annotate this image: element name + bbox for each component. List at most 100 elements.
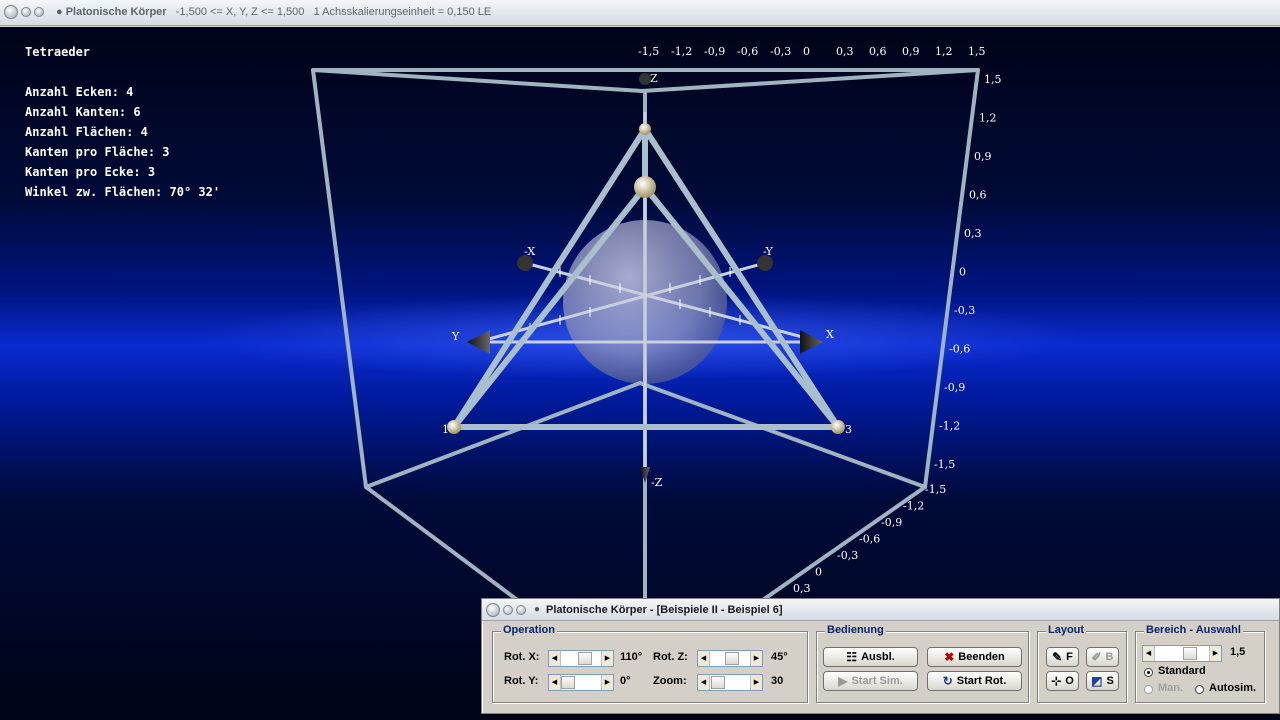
right-axis-tick-label: 0,6 bbox=[969, 189, 987, 202]
right-axis-tick-label: -0,9 bbox=[944, 381, 965, 394]
window-title-text: Platonische Körper bbox=[65, 6, 167, 18]
man-radio[interactable] bbox=[1144, 685, 1153, 694]
start-rot-button[interactable]: ↻ Start Rot. bbox=[927, 671, 1022, 691]
main-title-bar[interactable]: ● Platonische Körper -1,500 <= X, Y, Z <… bbox=[0, 0, 1280, 26]
brush-icon: ✎ bbox=[1052, 650, 1063, 664]
rot-z-slider[interactable]: ◀ ▶ bbox=[697, 650, 763, 667]
top-axis-ticks: -1,5 -1,2 -0,9 -0,6 -0,3 0 0,3 0,6 0,9 1,2 1,5 bbox=[638, 45, 986, 58]
start-sim-button[interactable]: ▶ Start Sim. bbox=[823, 671, 918, 691]
info-corners: Anzahl Ecken: 4 bbox=[25, 85, 134, 99]
autosim-radio[interactable] bbox=[1195, 685, 1204, 694]
operation-title: Operation bbox=[501, 624, 557, 636]
rot-z-label: Rot. Z: bbox=[653, 651, 688, 663]
top-axis-tick-label: 0 bbox=[803, 45, 810, 58]
autosim-label: Autosim. bbox=[1209, 682, 1257, 694]
layout-b-label: B bbox=[1105, 651, 1114, 663]
bereich-increase-icon[interactable]: ▶ bbox=[1209, 646, 1221, 661]
panel-window-controls bbox=[486, 603, 526, 617]
bottom-axis-ticks: -1,5-1,2-0,9-0,6-0,3 0 0,3 bbox=[793, 483, 946, 595]
top-axis-tick-label: -0,6 bbox=[737, 45, 758, 58]
window-title: ● Platonische Körper -1,500 <= X, Y, Z <… bbox=[56, 6, 491, 18]
zoom-label: Zoom: bbox=[653, 675, 687, 687]
start-sim-label: Start Sim. bbox=[851, 675, 903, 687]
standard-radio[interactable] bbox=[1144, 668, 1153, 677]
unit-text: 1 Achsskalierungseinheit = 0,150 LE bbox=[313, 6, 492, 18]
axis-label-neg-y: -Y bbox=[763, 245, 774, 258]
layout-s-button[interactable]: ◩ S bbox=[1086, 671, 1119, 691]
top-axis-tick-label: 0,9 bbox=[902, 45, 920, 58]
top-axis-tick-label: 1,5 bbox=[968, 45, 986, 58]
right-axis-tick-label: 0,3 bbox=[964, 227, 982, 240]
info-edges: Anzahl Kanten: 6 bbox=[25, 105, 141, 119]
zoom-value: 30 bbox=[771, 675, 784, 687]
right-axis-tick-label: 1,2 bbox=[979, 112, 997, 125]
layout-f-button[interactable]: ✎ F bbox=[1046, 647, 1079, 667]
layout-title: Layout bbox=[1046, 624, 1087, 636]
rot-x-value: 110° bbox=[620, 651, 643, 663]
top-axis-tick-label: -1,2 bbox=[671, 45, 692, 58]
rot-y-decrease-icon[interactable]: ◀ bbox=[549, 675, 561, 690]
rot-x-decrease-icon[interactable]: ◀ bbox=[549, 651, 561, 666]
close-icon: ✖ bbox=[944, 650, 955, 664]
panel-close-button[interactable] bbox=[486, 603, 500, 617]
zoom-slider[interactable]: ◀ ▶ bbox=[697, 674, 763, 691]
rot-x-label: Rot. X: bbox=[504, 651, 540, 663]
panel-minimize-button[interactable] bbox=[503, 605, 513, 615]
maximize-window-button[interactable] bbox=[34, 7, 44, 17]
ausbl-label: Ausbl. bbox=[861, 651, 895, 663]
rot-y-label: Rot. Y: bbox=[504, 675, 539, 687]
panel-maximize-button[interactable] bbox=[516, 605, 526, 615]
bereich-thumb[interactable] bbox=[1183, 647, 1197, 660]
app-icon: ● bbox=[56, 6, 63, 18]
rot-y-slider[interactable]: ◀ ▶ bbox=[548, 674, 614, 691]
axis-label-neg-z: -Z bbox=[651, 476, 663, 489]
right-axis-tick-label: 0,9 bbox=[974, 150, 992, 163]
hide-icon: ☷ bbox=[846, 650, 858, 664]
rot-y-thumb[interactable] bbox=[561, 676, 575, 689]
rot-x-increase-icon[interactable]: ▶ bbox=[601, 651, 613, 666]
rot-y-increase-icon[interactable]: ▶ bbox=[601, 675, 613, 690]
right-axis-tick-label: 0 bbox=[959, 266, 966, 279]
rot-z-decrease-icon[interactable]: ◀ bbox=[698, 651, 710, 666]
man-label: Man. bbox=[1158, 682, 1184, 694]
close-window-button[interactable] bbox=[4, 5, 18, 19]
rot-x-thumb[interactable] bbox=[578, 652, 592, 665]
bottom-axis-tick-label: -1,5 bbox=[925, 483, 946, 496]
right-axis-tick-label: -0,6 bbox=[949, 343, 970, 356]
top-axis-tick-label: -1,5 bbox=[638, 45, 659, 58]
rot-x-slider[interactable]: ◀ ▶ bbox=[548, 650, 614, 667]
beenden-button[interactable]: ✖ Beenden bbox=[927, 647, 1022, 667]
bottom-axis-tick-label: 0,3 bbox=[793, 582, 811, 595]
right-axis-tick-label: -0,3 bbox=[954, 304, 975, 317]
top-axis-tick-label: -0,9 bbox=[704, 45, 725, 58]
top-axis-tick-label: 1,2 bbox=[935, 45, 953, 58]
info-edges-per-corner: Kanten pro Ecke: 3 bbox=[25, 165, 156, 179]
top-axis-tick-label: 0,3 bbox=[836, 45, 854, 58]
layout-group: Layout ✎ F ✐ B ⊹ O ◩ S bbox=[1037, 624, 1127, 703]
layout-s-label: S bbox=[1106, 675, 1114, 687]
beenden-label: Beenden bbox=[958, 651, 1005, 663]
ausbl-button[interactable]: ☷ Ausbl. bbox=[823, 647, 918, 667]
panel-title-bar[interactable]: ● Platonische Körper - [Beispiele II - B… bbox=[482, 599, 1279, 621]
right-axis-tick-label: -1,2 bbox=[939, 420, 960, 433]
rot-z-thumb[interactable] bbox=[725, 652, 739, 665]
axis-label-neg-x: -X bbox=[524, 245, 535, 258]
bereich-slider[interactable]: ◀ ▶ bbox=[1142, 645, 1222, 662]
minimize-window-button[interactable] bbox=[21, 7, 31, 17]
rotate-icon: ↻ bbox=[942, 674, 953, 688]
range-text: -1,500 <= X, Y, Z <= 1,500 bbox=[175, 6, 305, 18]
axis-label-z: Z bbox=[650, 72, 658, 85]
bereich-decrease-icon[interactable]: ◀ bbox=[1143, 646, 1155, 661]
zoom-increase-icon[interactable]: ▶ bbox=[750, 675, 762, 690]
rot-z-increase-icon[interactable]: ▶ bbox=[750, 651, 762, 666]
bereich-group: Bereich - Auswahl ◀ ▶ 1,5 Standard Man. … bbox=[1135, 624, 1265, 703]
axis-label-y: Y bbox=[451, 330, 460, 343]
zoom-decrease-icon[interactable]: ◀ bbox=[698, 675, 710, 690]
panel-title: Platonische Körper - [Beispiele II - Bei… bbox=[546, 604, 783, 616]
zoom-thumb[interactable] bbox=[711, 676, 725, 689]
info-faces: Anzahl Flächen: 4 bbox=[25, 125, 148, 139]
paint-bucket-icon: ◩ bbox=[1091, 674, 1103, 688]
bedienung-group: Bedienung ☷ Ausbl. ✖ Beenden ▶ Start Sim. ↻… bbox=[816, 624, 1029, 703]
layout-b-button[interactable]: ✐ B bbox=[1086, 647, 1119, 667]
layout-o-button[interactable]: ⊹ O bbox=[1046, 671, 1079, 691]
